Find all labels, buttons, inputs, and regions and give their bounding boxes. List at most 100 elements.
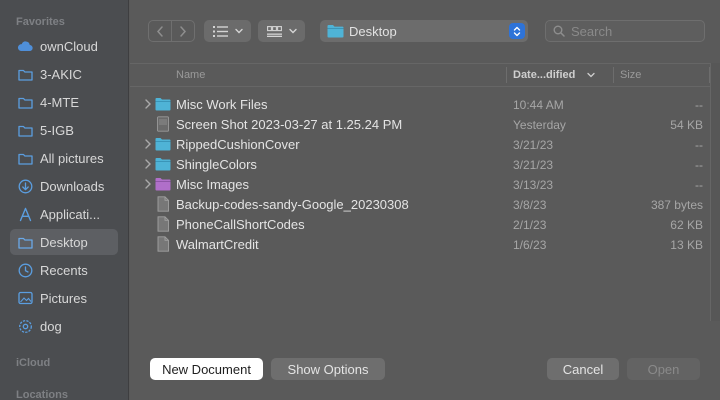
file-size: -- bbox=[695, 98, 703, 112]
sidebar-item-dog[interactable]: dog bbox=[10, 313, 118, 339]
sidebar-section-favorites: Favorites bbox=[16, 16, 65, 28]
sidebar-item-label: 3-AKIC bbox=[40, 66, 82, 82]
file-list: Misc Work Files 10:44 AM -- Screen Shot … bbox=[130, 94, 720, 254]
file-date: 3/8/23 bbox=[513, 198, 547, 212]
column-header: Name Date...dified Size bbox=[130, 63, 720, 87]
sidebar-item-label: ownCloud bbox=[40, 38, 98, 54]
disclosure-triangle-icon[interactable] bbox=[144, 179, 152, 189]
sidebar-item-label: Desktop bbox=[40, 234, 88, 250]
sidebar-item-applications[interactable]: Applicati... bbox=[10, 201, 118, 227]
document-icon bbox=[157, 216, 169, 232]
cloud-icon bbox=[17, 38, 33, 54]
chevron-right-icon bbox=[179, 25, 186, 37]
sidebar-item-5-igb[interactable]: 5-IGB bbox=[10, 117, 118, 143]
show-options-button[interactable]: Show Options bbox=[271, 358, 385, 380]
image-file-icon bbox=[157, 116, 169, 132]
new-document-button[interactable]: New Document bbox=[150, 358, 263, 380]
chevron-up-down-icon bbox=[513, 26, 521, 36]
file-size: -- bbox=[695, 178, 703, 192]
column-divider[interactable] bbox=[506, 67, 507, 83]
disclosure-triangle-icon[interactable] bbox=[144, 139, 152, 149]
document-icon bbox=[157, 236, 169, 252]
column-date-header[interactable]: Date...dified bbox=[513, 64, 595, 86]
sidebar-item-recents[interactable]: Recents bbox=[10, 257, 118, 283]
view-mode-button[interactable] bbox=[204, 20, 251, 42]
file-row[interactable]: Misc Images 3/13/23 -- bbox=[130, 174, 720, 194]
location-label: Desktop bbox=[349, 23, 397, 39]
back-button[interactable] bbox=[149, 21, 171, 41]
sidebar-item-label: 4-MTE bbox=[40, 94, 79, 110]
group-by-button[interactable] bbox=[258, 20, 305, 42]
file-row[interactable]: ShingleColors 3/21/23 -- bbox=[130, 154, 720, 174]
search-input[interactable] bbox=[571, 23, 691, 39]
folder-icon bbox=[17, 150, 33, 166]
sidebar-item-label: Applicati... bbox=[40, 206, 100, 222]
file-date: Yesterday bbox=[513, 118, 566, 132]
forward-button[interactable] bbox=[171, 21, 193, 41]
column-divider[interactable] bbox=[613, 67, 614, 83]
sidebar: Favorites ownCloud 3-AKIC 4-MTE 5-IGB Al… bbox=[0, 0, 129, 400]
folder-icon bbox=[155, 98, 171, 111]
folder-icon bbox=[155, 178, 171, 191]
sidebar-item-owncloud[interactable]: ownCloud bbox=[10, 33, 118, 59]
location-stepper[interactable] bbox=[509, 23, 525, 39]
file-row[interactable]: PhoneCallShortCodes 2/1/23 62 KB bbox=[130, 214, 720, 234]
column-size-header[interactable]: Size bbox=[620, 64, 641, 86]
sidebar-item-label: Downloads bbox=[40, 178, 105, 194]
sidebar-item-desktop[interactable]: Desktop bbox=[10, 229, 118, 255]
sidebar-item-label: Recents bbox=[40, 262, 88, 278]
sidebar-item-label: All pictures bbox=[40, 150, 104, 166]
chevron-down-icon bbox=[587, 72, 595, 78]
main-pane: Desktop Name Date...dified Size Misc Wor… bbox=[130, 0, 720, 400]
folder-icon bbox=[327, 25, 344, 38]
disclosure-triangle-icon[interactable] bbox=[144, 159, 152, 169]
sidebar-item-pictures[interactable]: Pictures bbox=[10, 285, 118, 311]
toolbar: Desktop bbox=[130, 0, 720, 62]
file-date: 1/6/23 bbox=[513, 238, 547, 252]
list-view-icon bbox=[212, 25, 228, 37]
sidebar-section-icloud: iCloud bbox=[16, 357, 51, 369]
vertical-scrollbar[interactable] bbox=[710, 63, 720, 321]
open-button[interactable]: Open bbox=[627, 358, 700, 380]
chevron-down-icon bbox=[288, 28, 297, 34]
desktop-icon bbox=[17, 234, 33, 250]
column-date-label: Date...dified bbox=[513, 69, 576, 81]
sidebar-item-4-mte[interactable]: 4-MTE bbox=[10, 89, 118, 115]
file-name: Screen Shot 2023-03-27 at 1.25.24 PM bbox=[176, 117, 403, 132]
sidebar-item-label: 5-IGB bbox=[40, 122, 74, 138]
applications-icon bbox=[17, 206, 33, 222]
sidebar-section-locations: Locations bbox=[16, 389, 68, 400]
file-name: ShingleColors bbox=[176, 157, 257, 172]
file-row[interactable]: Screen Shot 2023-03-27 at 1.25.24 PM Yes… bbox=[130, 114, 720, 134]
location-popup[interactable]: Desktop bbox=[320, 20, 528, 42]
sidebar-item-downloads[interactable]: Downloads bbox=[10, 173, 118, 199]
sidebar-item-3-akic[interactable]: 3-AKIC bbox=[10, 61, 118, 87]
search-icon bbox=[553, 25, 565, 37]
clock-icon bbox=[17, 262, 33, 278]
column-name-header[interactable]: Name bbox=[176, 64, 205, 86]
cancel-button[interactable]: Cancel bbox=[547, 358, 619, 380]
file-name: WalmartCredit bbox=[176, 237, 259, 252]
download-icon bbox=[17, 178, 33, 194]
file-date: 3/21/23 bbox=[513, 158, 554, 172]
file-size: -- bbox=[695, 158, 703, 172]
file-size: 13 KB bbox=[670, 238, 703, 252]
chevron-down-icon bbox=[234, 28, 243, 34]
file-row[interactable]: RippedCushionCover 3/21/23 -- bbox=[130, 134, 720, 154]
file-size: -- bbox=[695, 138, 703, 152]
document-icon bbox=[157, 196, 169, 212]
file-row[interactable]: Backup-codes-sandy-Google_20230308 3/8/2… bbox=[130, 194, 720, 214]
search-field[interactable] bbox=[545, 20, 705, 42]
sidebar-item-label: dog bbox=[40, 318, 62, 334]
photos-icon bbox=[17, 290, 33, 306]
disclosure-triangle-icon[interactable] bbox=[144, 99, 152, 109]
file-date: 3/13/23 bbox=[513, 178, 554, 192]
file-name: Misc Work Files bbox=[176, 97, 268, 112]
grid-icon bbox=[266, 25, 282, 37]
chevron-left-icon bbox=[156, 25, 163, 37]
folder-icon bbox=[17, 66, 33, 82]
file-row[interactable]: WalmartCredit 1/6/23 13 KB bbox=[130, 234, 720, 254]
file-row[interactable]: Misc Work Files 10:44 AM -- bbox=[130, 94, 720, 114]
file-date: 10:44 AM bbox=[513, 98, 564, 112]
sidebar-item-all-pictures[interactable]: All pictures bbox=[10, 145, 118, 171]
